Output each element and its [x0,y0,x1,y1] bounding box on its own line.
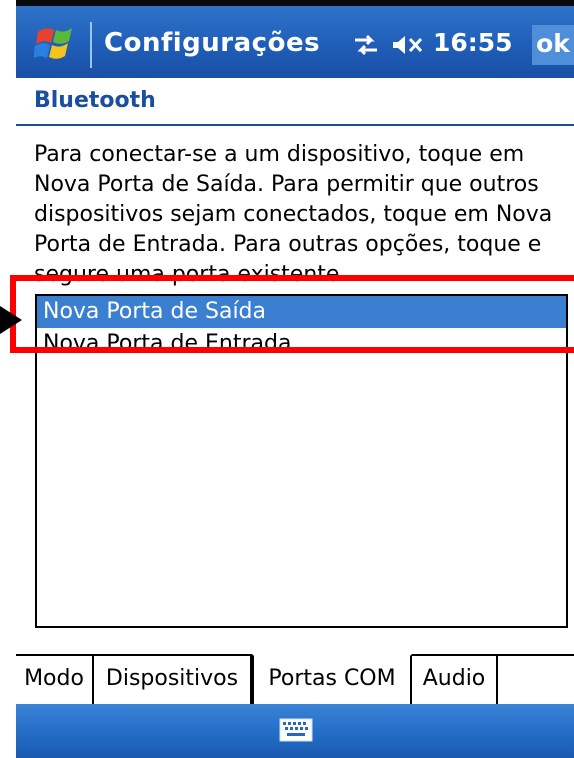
speaker-muted-icon[interactable] [391,32,425,58]
pocketpc-screen: Configurações 16:55 ok Bluetooth Para co… [0,0,574,758]
tab-dispositivos[interactable]: Dispositivos [94,656,252,704]
window-title: Configurações [104,28,321,58]
tab-modo[interactable]: Modo [16,656,94,704]
keyboard-icon[interactable] [279,718,313,742]
menu-bar [16,704,574,758]
list-item-new-outgoing-port[interactable]: Nova Porta de Saída [37,296,566,328]
instructions-text: Para conectar-se a um dispositivo, toque… [34,142,553,287]
title-separator [90,22,92,68]
tab-portas-com[interactable]: Portas COM [252,654,412,704]
ok-button[interactable]: ok [532,25,574,65]
windows-start-icon[interactable] [33,24,80,64]
header-divider [16,124,574,126]
list-item-new-incoming-port[interactable]: Nova Porta de Entrada [37,328,566,360]
clock[interactable]: 16:55 [433,28,513,57]
tab-audio[interactable]: Audio [412,656,498,704]
annotation-arrow-icon [0,306,22,334]
tab-bar-filler [498,656,574,704]
page-header: Bluetooth [16,78,574,124]
com-ports-list[interactable]: Nova Porta de Saída Nova Porta de Entrad… [35,294,568,628]
connectivity-icon[interactable] [351,32,381,58]
tab-bar: Modo Dispositivos Portas COM Audio [16,654,574,704]
page-title: Bluetooth [34,88,156,113]
title-bar: Configurações 16:55 ok [16,0,574,78]
